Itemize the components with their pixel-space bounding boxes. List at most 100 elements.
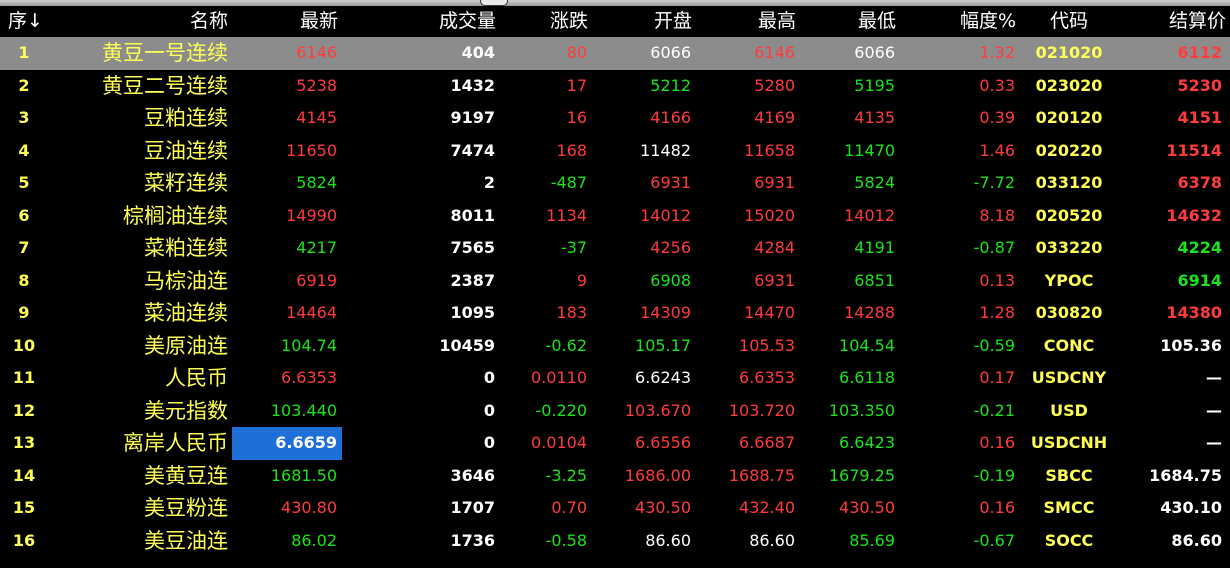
row-index[interactable]: 15 [0, 492, 62, 525]
table-row[interactable]: 11 人民币 6.6353 0 0.0110 6.6243 6.6353 6.6118 0.17… [0, 362, 1230, 395]
low-price[interactable]: 104.54 [800, 330, 900, 363]
volume-value[interactable]: 2 [342, 167, 500, 200]
change-value[interactable]: 80 [500, 37, 592, 70]
instrument-name[interactable]: 人民币 [62, 362, 232, 395]
change-percent[interactable]: -0.59 [900, 330, 1020, 363]
change-percent[interactable]: 0.16 [900, 427, 1020, 460]
change-value[interactable]: -0.58 [500, 525, 592, 558]
low-price[interactable]: 14012 [800, 200, 900, 233]
change-percent[interactable]: 1.46 [900, 135, 1020, 168]
change-value[interactable]: -0.62 [500, 330, 592, 363]
open-price[interactable]: 6931 [592, 167, 696, 200]
volume-value[interactable]: 7565 [342, 232, 500, 265]
low-price[interactable]: 6.6118 [800, 362, 900, 395]
low-price[interactable]: 6.6423 [800, 427, 900, 460]
latest-price[interactable]: 5238 [232, 70, 342, 103]
low-price[interactable]: 103.350 [800, 395, 900, 428]
instrument-code[interactable]: SBCC [1020, 460, 1118, 493]
high-price[interactable]: 11658 [696, 135, 800, 168]
instrument-code[interactable]: 020520 [1020, 200, 1118, 233]
change-value[interactable]: 0.0110 [500, 362, 592, 395]
change-percent[interactable]: -0.67 [900, 525, 1020, 558]
change-value[interactable]: 9 [500, 265, 592, 298]
instrument-code[interactable]: 030820 [1020, 297, 1118, 330]
high-price[interactable]: 14470 [696, 297, 800, 330]
table-row[interactable]: 14 美黄豆连 1681.50 3646 -3.25 1686.00 1688.75 1679… [0, 460, 1230, 493]
latest-price[interactable]: 6146 [232, 37, 342, 70]
instrument-name[interactable]: 豆油连续 [62, 135, 232, 168]
open-price[interactable]: 6.6556 [592, 427, 696, 460]
instrument-name[interactable]: 菜粕连续 [62, 232, 232, 265]
volume-value[interactable]: 10459 [342, 330, 500, 363]
settle-price[interactable]: 86.60 [1118, 525, 1230, 558]
table-row[interactable]: 10 美原油连 104.74 10459 -0.62 105.17 105.53 104.54… [0, 330, 1230, 363]
open-price[interactable]: 14309 [592, 297, 696, 330]
open-price[interactable]: 11482 [592, 135, 696, 168]
high-price[interactable]: 15020 [696, 200, 800, 233]
change-percent[interactable]: 1.28 [900, 297, 1020, 330]
row-index[interactable]: 6 [0, 200, 62, 233]
row-index[interactable]: 5 [0, 167, 62, 200]
latest-price[interactable]: 14990 [232, 200, 342, 233]
settle-price[interactable]: — [1118, 395, 1230, 428]
change-percent[interactable]: 0.33 [900, 70, 1020, 103]
low-price[interactable]: 85.69 [800, 525, 900, 558]
column-header-open[interactable]: 开盘 [592, 6, 696, 37]
high-price[interactable]: 6931 [696, 265, 800, 298]
latest-price[interactable]: 104.74 [232, 330, 342, 363]
change-value[interactable]: 183 [500, 297, 592, 330]
high-price[interactable]: 1688.75 [696, 460, 800, 493]
change-value[interactable]: 1134 [500, 200, 592, 233]
column-header-settle[interactable]: 结算价 [1118, 6, 1230, 37]
table-row[interactable]: 7 菜粕连续 4217 7565 -37 4256 4284 4191 -0.87 033220 4… [0, 232, 1230, 265]
latest-price[interactable]: 4217 [232, 232, 342, 265]
open-price[interactable]: 1686.00 [592, 460, 696, 493]
open-price[interactable]: 5212 [592, 70, 696, 103]
instrument-code[interactable]: YPOC [1020, 265, 1118, 298]
settle-price[interactable]: 4224 [1118, 232, 1230, 265]
instrument-name[interactable]: 黄豆二号连续 [62, 70, 232, 103]
settle-price[interactable]: 430.10 [1118, 492, 1230, 525]
volume-value[interactable]: 0 [342, 362, 500, 395]
high-price[interactable]: 4169 [696, 102, 800, 135]
change-percent[interactable]: 0.16 [900, 492, 1020, 525]
table-row[interactable]: 2 黄豆二号连续 5238 1432 17 5212 5280 5195 0.33 023020 5… [0, 70, 1230, 103]
change-value[interactable]: -37 [500, 232, 592, 265]
row-index[interactable]: 8 [0, 265, 62, 298]
settle-price[interactable]: 6378 [1118, 167, 1230, 200]
table-row[interactable]: 1 黄豆一号连续 6146 404 80 6066 6146 6066 1.32 021020 61… [0, 37, 1230, 70]
low-price[interactable]: 6066 [800, 37, 900, 70]
volume-value[interactable]: 7474 [342, 135, 500, 168]
latest-price[interactable]: 6.6353 [232, 362, 342, 395]
instrument-code[interactable]: 023020 [1020, 70, 1118, 103]
open-price[interactable]: 103.670 [592, 395, 696, 428]
row-index[interactable]: 13 [0, 427, 62, 460]
volume-value[interactable]: 0 [342, 395, 500, 428]
change-percent[interactable]: 0.39 [900, 102, 1020, 135]
open-price[interactable]: 105.17 [592, 330, 696, 363]
low-price[interactable]: 5824 [800, 167, 900, 200]
change-percent[interactable]: 8.18 [900, 200, 1020, 233]
instrument-code[interactable]: USDCNY [1020, 362, 1118, 395]
open-price[interactable]: 6.6243 [592, 362, 696, 395]
change-percent[interactable]: -7.72 [900, 167, 1020, 200]
row-index[interactable]: 4 [0, 135, 62, 168]
instrument-code[interactable]: SOCC [1020, 525, 1118, 558]
column-header-high[interactable]: 最高 [696, 6, 800, 37]
change-percent[interactable]: -0.21 [900, 395, 1020, 428]
instrument-code[interactable]: 033220 [1020, 232, 1118, 265]
instrument-name[interactable]: 菜籽连续 [62, 167, 232, 200]
row-index[interactable]: 12 [0, 395, 62, 428]
row-index[interactable]: 10 [0, 330, 62, 363]
instrument-name[interactable]: 美原油连 [62, 330, 232, 363]
row-index[interactable]: 2 [0, 70, 62, 103]
latest-price[interactable]: 86.02 [232, 525, 342, 558]
open-price[interactable]: 430.50 [592, 492, 696, 525]
row-index[interactable]: 14 [0, 460, 62, 493]
latest-price[interactable]: 103.440 [232, 395, 342, 428]
table-row[interactable]: 16 美豆油连 86.02 1736 -0.58 86.60 86.60 85.69 -0.67… [0, 525, 1230, 558]
low-price[interactable]: 1679.25 [800, 460, 900, 493]
instrument-name[interactable]: 棕榈油连续 [62, 200, 232, 233]
change-value[interactable]: -0.220 [500, 395, 592, 428]
volume-value[interactable]: 9197 [342, 102, 500, 135]
